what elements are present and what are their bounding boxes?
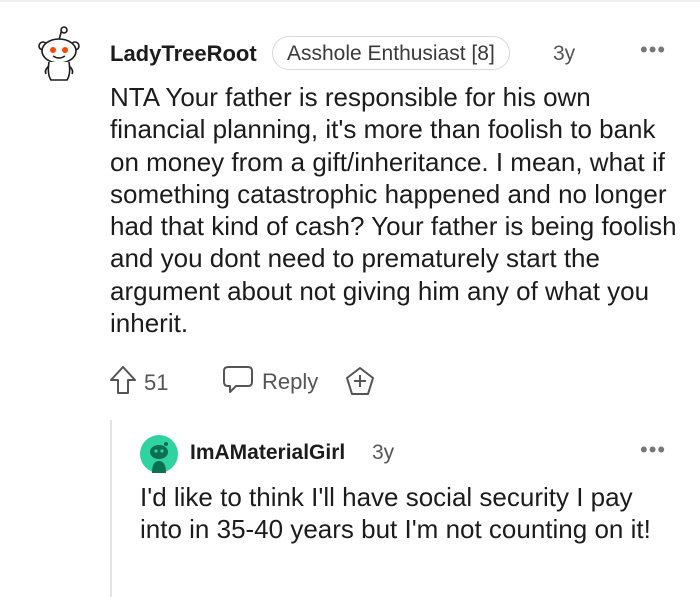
award-button[interactable] xyxy=(344,366,376,401)
upvote-arrow-icon xyxy=(108,364,138,401)
snoo-avatar-icon[interactable] xyxy=(140,435,178,473)
user-flair: Asshole Enthusiast [8] xyxy=(272,36,510,70)
reply-button[interactable]: Reply xyxy=(222,364,318,399)
top-divider xyxy=(0,0,700,2)
thread-line[interactable] xyxy=(110,420,112,597)
comment-author[interactable]: LadyTreeRoot xyxy=(110,40,257,68)
more-options-icon[interactable]: ••• xyxy=(640,439,666,461)
reply-age: 3y xyxy=(372,441,395,464)
speech-bubble-icon xyxy=(222,364,254,399)
reply-body: I'd like to think I'll have social secur… xyxy=(140,482,651,544)
vote-count: 51 xyxy=(144,369,169,395)
reply-label: Reply xyxy=(262,368,319,394)
upvote-button[interactable]: 51 xyxy=(108,364,168,401)
more-options-icon[interactable]: ••• xyxy=(640,39,666,61)
comment-age: 3y xyxy=(553,42,576,65)
reply-author[interactable]: ImAMaterialGirl xyxy=(190,440,345,466)
comment-body: NTA Your father is responsible for his o… xyxy=(110,82,677,339)
award-plus-icon xyxy=(344,366,376,401)
snoo-avatar-icon[interactable] xyxy=(36,26,82,84)
